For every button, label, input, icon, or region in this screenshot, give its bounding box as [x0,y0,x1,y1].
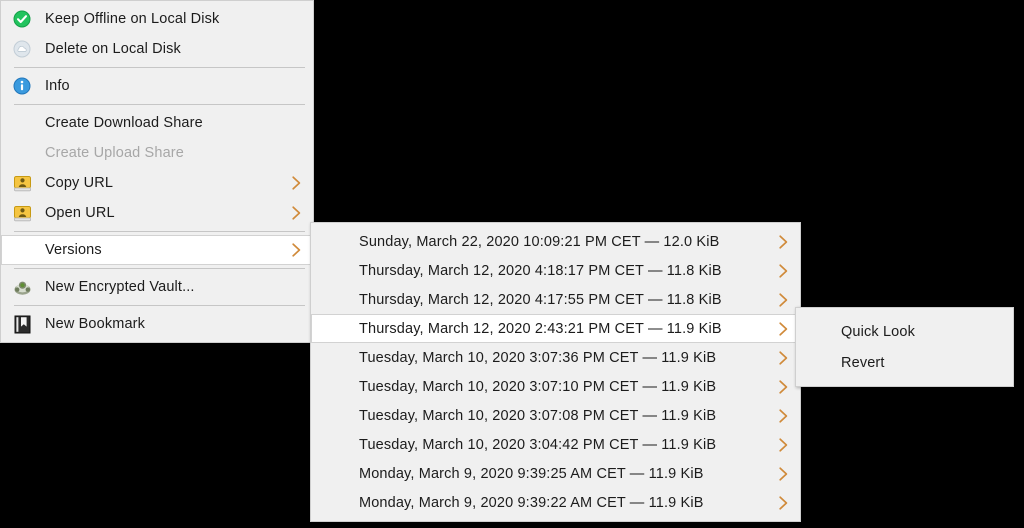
menu-item-label: Open URL [45,205,115,221]
menu-item-open-url[interactable]: Open URL [1,198,313,228]
menu-item-monday-march-9-2020-9-39-22-am-cet-11-9-kib[interactable]: Monday, March 9, 2020 9:39:22 AM CET — 1… [311,488,800,517]
menu-item-label: Tuesday, March 10, 2020 3:07:36 PM CET —… [359,349,717,366]
menu-item-label: Sunday, March 22, 2020 10:09:21 PM CET —… [359,233,720,250]
cloud-icon [10,38,34,60]
share-disk-icon [10,172,34,194]
menu-item-monday-march-9-2020-9-39-25-am-cet-11-9-kib[interactable]: Monday, March 9, 2020 9:39:25 AM CET — 1… [311,459,800,488]
menu-item-create-download-share[interactable]: Create Download Share [1,108,313,138]
menu-item-label: Revert [841,354,885,371]
menu-item-label: New Encrypted Vault... [45,279,195,295]
menu-item-label: Create Upload Share [45,145,184,161]
vault-icon [10,276,34,298]
icon-placeholder [10,112,34,134]
chevron-right-icon [778,263,789,279]
menu-item-label: Tuesday, March 10, 2020 3:04:42 PM CET —… [359,436,717,453]
menu-separator [14,67,305,68]
menu-item-thursday-march-12-2020-4-17-55-pm-cet-11-8-k[interactable]: Thursday, March 12, 2020 4:17:55 PM CET … [311,285,800,314]
menu-item-new-encrypted-vault[interactable]: New Encrypted Vault... [1,272,313,302]
chevron-right-icon [291,242,302,258]
bookmark-icon [10,313,34,335]
menu-item-label: Thursday, March 12, 2020 2:43:21 PM CET … [359,320,722,337]
share-disk-icon [10,202,34,224]
versions-submenu: Sunday, March 22, 2020 10:09:21 PM CET —… [310,222,801,522]
icon-placeholder [10,239,34,261]
menu-item-keep-offline-on-local-disk[interactable]: Keep Offline on Local Disk [1,4,313,34]
chevron-right-icon [778,292,789,308]
chevron-right-icon [778,321,789,337]
menu-item-label: Thursday, March 12, 2020 4:17:55 PM CET … [359,291,722,308]
menu-item-label: Info [45,78,70,94]
menu-item-revert[interactable]: Revert [796,347,1013,378]
version-action-submenu: Quick Look Revert [795,307,1014,387]
menu-separator [14,268,305,269]
menu-item-label: Delete on Local Disk [45,41,181,57]
menu-item-copy-url[interactable]: Copy URL [1,168,313,198]
menu-item-label: New Bookmark [45,316,146,332]
menu-item-thursday-march-12-2020-4-18-17-pm-cet-11-8-k[interactable]: Thursday, March 12, 2020 4:18:17 PM CET … [311,256,800,285]
menu-item-label: Monday, March 9, 2020 9:39:22 AM CET — 1… [359,494,704,511]
info-icon [10,75,34,97]
chevron-right-icon [291,205,302,221]
menu-item-versions[interactable]: Versions [1,235,313,265]
chevron-right-icon [291,175,302,191]
menu-separator [14,104,305,105]
menu-item-label: Quick Look [841,323,915,340]
chevron-right-icon [778,466,789,482]
chevron-right-icon [778,437,789,453]
menu-item-label: Monday, March 9, 2020 9:39:25 AM CET — 1… [359,465,704,482]
chevron-right-icon [778,495,789,511]
menu-item-tuesday-march-10-2020-3-07-08-pm-cet-11-9-ki[interactable]: Tuesday, March 10, 2020 3:07:08 PM CET —… [311,401,800,430]
menu-item-tuesday-march-10-2020-3-07-10-pm-cet-11-9-ki[interactable]: Tuesday, March 10, 2020 3:07:10 PM CET —… [311,372,800,401]
menu-item-label: Copy URL [45,175,114,191]
menu-item-thursday-march-12-2020-2-43-21-pm-cet-11-9-k[interactable]: Thursday, March 12, 2020 2:43:21 PM CET … [311,314,800,343]
menu-item-create-upload-share: Create Upload Share [1,138,313,168]
chevron-right-icon [778,350,789,366]
menu-item-label: Versions [45,242,102,258]
green-check-icon [10,8,34,30]
menu-item-info[interactable]: Info [1,71,313,101]
chevron-right-icon [778,379,789,395]
menu-separator [14,305,305,306]
chevron-right-icon [778,234,789,250]
menu-item-sunday-march-22-2020-10-09-21-pm-cet-12-0-ki[interactable]: Sunday, March 22, 2020 10:09:21 PM CET —… [311,227,800,256]
menu-item-delete-on-local-disk[interactable]: Delete on Local Disk [1,34,313,64]
menu-separator [14,231,305,232]
context-menu: Keep Offline on Local Disk Delete on Loca… [0,0,314,343]
chevron-right-icon [778,408,789,424]
menu-item-label: Tuesday, March 10, 2020 3:07:10 PM CET —… [359,378,717,395]
menu-item-quick-look[interactable]: Quick Look [796,316,1013,347]
icon-placeholder [10,142,34,164]
menu-item-label: Tuesday, March 10, 2020 3:07:08 PM CET —… [359,407,717,424]
menu-item-label: Thursday, March 12, 2020 4:18:17 PM CET … [359,262,722,279]
menu-item-new-bookmark[interactable]: New Bookmark [1,309,313,339]
menu-item-label: Create Download Share [45,115,203,131]
menu-item-tuesday-march-10-2020-3-07-36-pm-cet-11-9-ki[interactable]: Tuesday, March 10, 2020 3:07:36 PM CET —… [311,343,800,372]
menu-item-label: Keep Offline on Local Disk [45,11,220,27]
menu-item-tuesday-march-10-2020-3-04-42-pm-cet-11-9-ki[interactable]: Tuesday, March 10, 2020 3:04:42 PM CET —… [311,430,800,459]
